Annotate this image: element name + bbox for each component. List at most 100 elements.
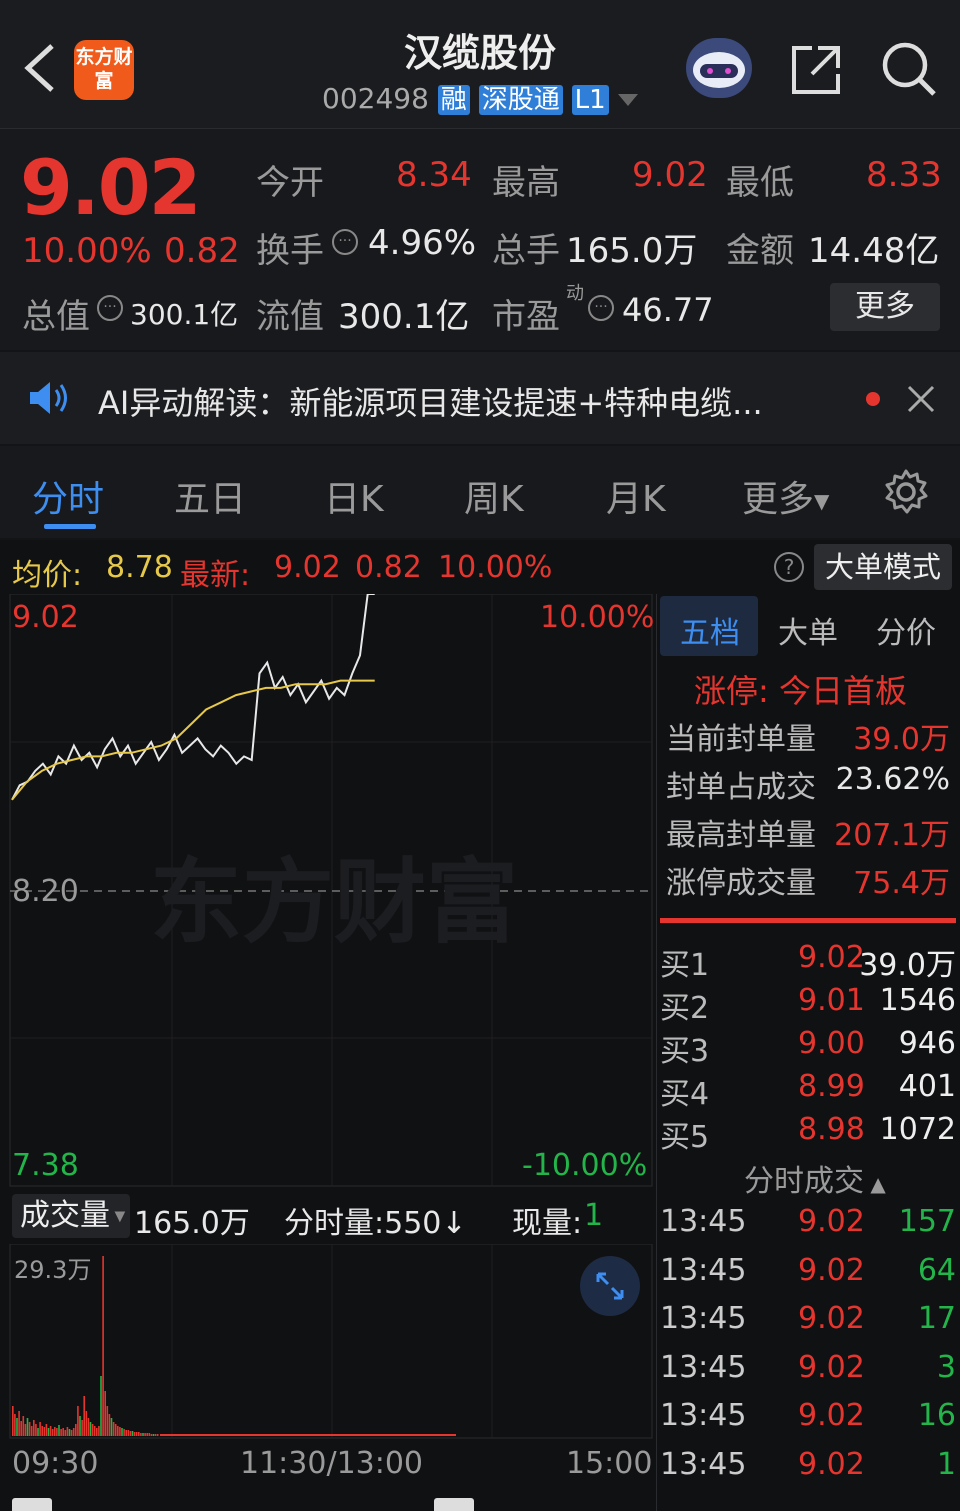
axis-price-mid: 8.20 [12, 874, 79, 909]
axis-pct-bottom: -10.00% [522, 1148, 648, 1183]
tab-price-dist[interactable]: 分价 [876, 608, 936, 652]
volume-bar [125, 1430, 127, 1436]
close-icon[interactable] [906, 384, 936, 414]
current-price: 9.02 [20, 143, 202, 232]
expand-icon[interactable] [580, 1256, 640, 1316]
ai-analysis-bar[interactable]: AI异动解读：新能源项目建设提速+特种电缆... [0, 352, 960, 444]
bid-volume: 39.0万 [859, 948, 956, 983]
more-button[interactable]: 更多 [830, 283, 940, 331]
volume-bar [106, 1406, 109, 1436]
limit-stat-value: 23.62% [835, 762, 950, 797]
tick-price: 9.02 [798, 1204, 865, 1239]
volume-bar [41, 1426, 43, 1436]
volume-selector[interactable]: 成交量 ▼ [12, 1194, 130, 1238]
volume-bar [91, 1424, 94, 1436]
volume-bar [58, 1425, 60, 1436]
volume-max-label: 29.3万 [14, 1256, 92, 1284]
latest-pct: 10.00% [438, 550, 553, 585]
search-icon[interactable] [880, 40, 938, 98]
volume-bar [79, 1416, 81, 1436]
tab-daily-k[interactable]: 日K [324, 470, 384, 522]
bid-volume: 1546 [879, 983, 956, 1018]
volume-bar [22, 1416, 25, 1436]
high-label: 最高 [492, 163, 560, 203]
open-label: 今开 [256, 163, 324, 203]
ai-analysis-text[interactable]: AI异动解读：新能源项目建设提速+特种电缆... [98, 378, 763, 424]
bid-row[interactable]: 买3 9.00 946 [660, 1026, 956, 1069]
bid-row[interactable]: 买5 8.98 1072 [660, 1112, 956, 1155]
chevron-down-icon[interactable] [617, 94, 638, 106]
volume-bar [68, 1429, 71, 1436]
info-circle-icon[interactable]: ··· [332, 229, 358, 255]
volume-bar [18, 1411, 20, 1436]
robot-assistant-icon[interactable] [686, 38, 752, 98]
tick-price: 9.02 [798, 1301, 865, 1336]
tick-price: 9.02 [798, 1398, 865, 1433]
turnover-label: 换手 [256, 231, 324, 271]
tick-volume: 3 [936, 1349, 956, 1385]
scroll-handle-left[interactable] [12, 1498, 52, 1511]
tab-more-label: 更多 [742, 479, 815, 520]
change-abs: 0.82 [164, 231, 240, 271]
tick-time: 13:45 [660, 1301, 747, 1336]
pe-superscript: 动 [566, 283, 584, 304]
stock-code-row[interactable]: 002498 融 深股通 L1 [322, 82, 638, 115]
tab-big-orders[interactable]: 大单 [778, 608, 838, 652]
volume-value: 165.0万 [566, 231, 698, 271]
bid-label: 买5 [660, 1120, 710, 1155]
price-chart[interactable]: 东方财富 [0, 594, 656, 1194]
volume-bar [152, 1434, 155, 1436]
tab-five-day[interactable]: 五日 [174, 470, 246, 522]
axis-pct-top: 10.00% [540, 600, 655, 635]
tab-weekly-k[interactable]: 周K [464, 470, 524, 522]
tab-monthly-k[interactable]: 月K [606, 470, 666, 522]
volume-bar [121, 1428, 123, 1436]
share-icon[interactable] [788, 42, 844, 98]
volume-bar [89, 1422, 92, 1436]
volume-bar [102, 1256, 104, 1436]
ticks-title[interactable]: 分时成交 ▲ [744, 1156, 886, 1200]
top-bar: 东方财富 汉缆股份 002498 融 深股通 L1 [0, 0, 960, 128]
tick-volume: 16 [917, 1398, 956, 1433]
volume-chart [9, 1244, 653, 1439]
chevron-down-icon: ▼ [814, 489, 830, 513]
limit-up-title: 涨停: 今日首板 [694, 672, 907, 710]
volume-bar [66, 1427, 69, 1436]
volume-bar [142, 1433, 144, 1436]
volume-bar [135, 1432, 138, 1436]
help-icon[interactable]: ? [774, 552, 804, 582]
info-circle-icon[interactable]: ··· [588, 295, 614, 321]
chevron-down-icon: ▼ [110, 1208, 126, 1225]
volume-bar [35, 1424, 37, 1436]
volume-bar [127, 1430, 130, 1436]
pe-label: 市盈 [492, 297, 560, 337]
volume-bar [138, 1432, 140, 1436]
info-circle-icon[interactable]: ··· [97, 295, 123, 321]
bid-row[interactable]: 买2 9.01 1546 [660, 983, 956, 1026]
watermark: 东方财富 [150, 849, 518, 956]
latest-label: 最新: [180, 558, 251, 593]
tick-time: 13:45 [660, 1398, 747, 1433]
limit-stat-value: 207.1万 [834, 818, 950, 853]
volume-bar [60, 1429, 62, 1436]
stock-code: 002498 [322, 82, 429, 115]
volume-bar [28, 1422, 31, 1436]
volume-bar [56, 1428, 58, 1436]
bid-row[interactable]: 买4 8.99 401 [660, 1069, 956, 1112]
tab-intraday[interactable]: 分时 [32, 470, 104, 522]
volume-bar [96, 1428, 98, 1436]
bid-volume: 946 [898, 1026, 956, 1061]
tab-more[interactable]: 更多▼ [742, 470, 829, 522]
volume-bar [87, 1418, 90, 1436]
volume-bar [119, 1427, 121, 1436]
float-cap-label: 流值 [256, 297, 324, 337]
big-order-mode-button[interactable]: 大单模式 [814, 544, 952, 590]
volume-bar [14, 1414, 16, 1436]
scroll-handle-right[interactable] [434, 1498, 474, 1511]
settings-gear-icon[interactable] [882, 468, 930, 516]
volume-bar [62, 1428, 64, 1436]
tick-time: 13:45 [660, 1204, 747, 1239]
volume-bar [47, 1428, 50, 1436]
bid-row[interactable]: 买1 9.02 39.0万 [660, 940, 956, 983]
current-volume-label: 现量: [512, 1206, 583, 1241]
